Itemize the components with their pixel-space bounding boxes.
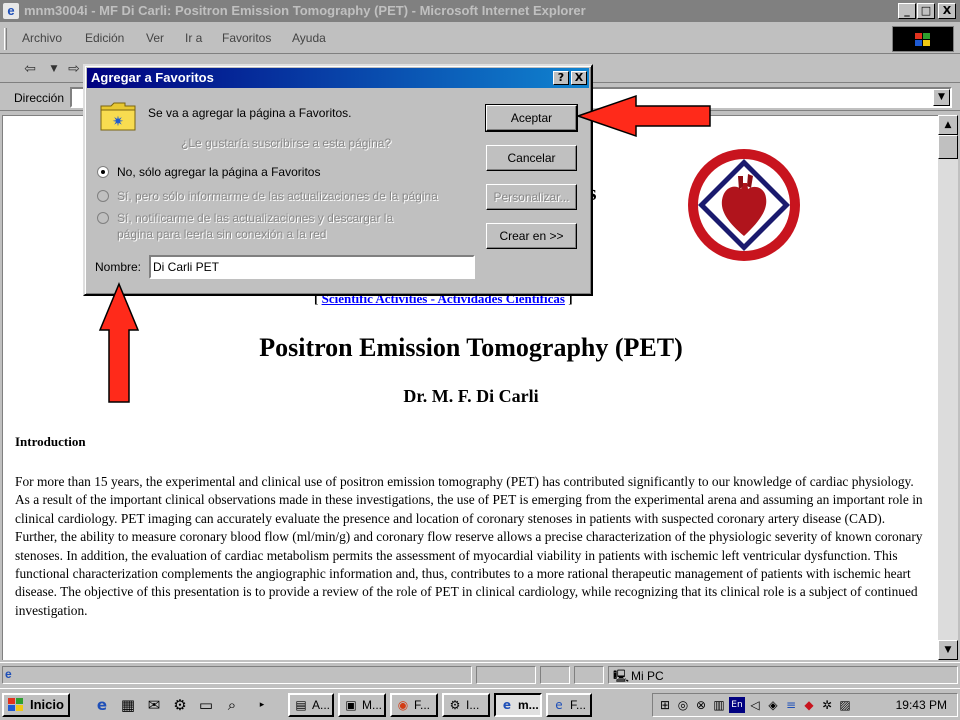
system-tray: ⊞ ◎ ⊗ ▥ En ◁ ◈ ≡ ◆ ✲ ▨ 19:43 PM bbox=[652, 693, 958, 717]
tray-icon-9[interactable]: ◆ bbox=[801, 697, 817, 713]
dialog-help-button[interactable]: ? bbox=[553, 71, 569, 85]
page-title: Positron Emission Tomography (PET) bbox=[259, 333, 683, 362]
windows-flag-icon bbox=[8, 698, 23, 711]
dialog-close-button[interactable]: X bbox=[571, 71, 587, 85]
quicklaunch-outlook-icon[interactable]: ✉ bbox=[144, 695, 164, 715]
address-label: Dirección bbox=[14, 91, 65, 105]
status-bar: e 🖳 Mi PC bbox=[0, 662, 960, 686]
create-in-button[interactable]: Crear en >> bbox=[486, 223, 577, 249]
tray-language-icon[interactable]: En bbox=[729, 697, 745, 713]
menu-archivo[interactable]: Archivo bbox=[22, 31, 62, 45]
windows-logo bbox=[892, 26, 954, 52]
status-panel-2 bbox=[476, 666, 536, 684]
clock: 19:43 PM bbox=[895, 698, 947, 712]
add-favorite-dialog: Agregar a Favoritos ? X ✷ Se va a agrega… bbox=[83, 64, 593, 296]
radio-label-no-subscribe: No, sólo agregar la página a Favoritos bbox=[117, 165, 321, 179]
task-icon-i: ⚙ bbox=[449, 698, 461, 712]
status-panel-4 bbox=[574, 666, 604, 684]
radio-button-disabled bbox=[97, 212, 109, 224]
task-button-m-active[interactable]: e m... bbox=[494, 693, 542, 717]
menu-favoritos[interactable]: Favoritos bbox=[222, 31, 271, 45]
dialog-title: Agregar a Favoritos bbox=[91, 70, 214, 85]
quicklaunch-folder-icon[interactable]: ▭ bbox=[196, 695, 216, 715]
quicklaunch-ie-icon[interactable]: e bbox=[92, 695, 112, 715]
tray-icon-3[interactable]: ⊗ bbox=[693, 697, 709, 713]
scroll-thumb[interactable] bbox=[938, 135, 958, 159]
task-button-a[interactable]: ▤ A... bbox=[288, 693, 334, 717]
status-panel-3 bbox=[540, 666, 570, 684]
vertical-scrollbar[interactable]: ▲ ▼ bbox=[938, 115, 958, 660]
radio-label-notify-download-cont: página para leerla sin conexión a la red bbox=[117, 227, 327, 241]
heart-logo bbox=[688, 149, 800, 261]
status-zone-panel: 🖳 Mi PC bbox=[608, 666, 958, 684]
tray-icon-7[interactable]: ◈ bbox=[765, 697, 781, 713]
author: Dr. M. F. Di Carli bbox=[403, 386, 539, 406]
menu-ver[interactable]: Ver bbox=[146, 31, 164, 45]
customize-button: Personalizar... bbox=[486, 184, 577, 210]
task-icon-m: ▣ bbox=[345, 698, 357, 712]
tray-icon-8[interactable]: ≡ bbox=[783, 697, 799, 713]
annotation-arrow-up bbox=[98, 282, 140, 403]
favorites-folder-icon: ✷ bbox=[100, 102, 136, 131]
intro-paragraph: For more than 15 years, the experimental… bbox=[15, 474, 923, 618]
quicklaunch-desktop-icon[interactable]: ▦ bbox=[118, 695, 138, 715]
status-text-panel: e bbox=[2, 666, 472, 684]
task-button-i[interactable]: ⚙ I... bbox=[442, 693, 490, 717]
back-dropdown-icon[interactable]: ▼ bbox=[44, 59, 64, 79]
minimize-button[interactable]: _ bbox=[898, 3, 916, 19]
radio-label-notify-only: Sí, pero sólo informarme de las actualiz… bbox=[117, 189, 438, 203]
address-dropdown-icon[interactable]: ▼ bbox=[933, 89, 950, 106]
tray-icon-10[interactable]: ✲ bbox=[819, 697, 835, 713]
radio-button-disabled bbox=[97, 190, 109, 202]
start-label: Inicio bbox=[30, 697, 64, 712]
dialog-message: Se va a agregar la página a Favoritos. bbox=[148, 106, 352, 120]
radio-label-notify-download: Sí, notificarme de las actualizaciones y… bbox=[117, 211, 394, 225]
tray-icon-1[interactable]: ⊞ bbox=[657, 697, 673, 713]
close-button[interactable]: X bbox=[938, 3, 956, 19]
taskbar: Inicio e ▦ ✉ ⚙ ▭ ⌕ ▸ ▤ A... ▣ M... ◉ F... ⚙… bbox=[0, 688, 960, 720]
ie-icon: e bbox=[3, 3, 19, 19]
status-zone-label: Mi PC bbox=[631, 669, 664, 683]
tray-icon-2[interactable]: ◎ bbox=[675, 697, 691, 713]
task-button-f1[interactable]: ◉ F... bbox=[390, 693, 438, 717]
annotation-arrow-left bbox=[576, 94, 711, 138]
dialog-title-bar[interactable]: Agregar a Favoritos ? X bbox=[87, 68, 589, 88]
ie-page-icon: e bbox=[5, 667, 12, 681]
name-input[interactable]: Di Carli PET bbox=[149, 255, 475, 279]
svg-text:✷: ✷ bbox=[112, 114, 124, 130]
cancel-button[interactable]: Cancelar bbox=[486, 145, 577, 171]
task-button-f2[interactable]: e F... bbox=[546, 693, 592, 717]
accept-button[interactable]: Aceptar bbox=[485, 104, 578, 132]
menu-ir-a[interactable]: Ir a bbox=[185, 31, 202, 45]
tray-volume-icon[interactable]: ◁ bbox=[747, 697, 763, 713]
tray-icon-11[interactable]: ▨ bbox=[837, 697, 853, 713]
menu-bar: Archivo Edición Ver Ir a Favoritos Ayuda bbox=[0, 24, 960, 54]
forward-icon[interactable]: ⇨ bbox=[64, 59, 84, 79]
name-label: Nombre: bbox=[95, 260, 142, 274]
quicklaunch-search-icon[interactable]: ⌕ bbox=[222, 695, 242, 715]
menu-ayuda[interactable]: Ayuda bbox=[292, 31, 326, 45]
task-icon-a: ▤ bbox=[295, 698, 307, 712]
maximize-button[interactable]: □ bbox=[917, 3, 935, 19]
radio-button-selected[interactable] bbox=[97, 166, 109, 178]
tray-icon-4[interactable]: ▥ bbox=[711, 697, 727, 713]
subscribe-question: ¿Le gustaría suscribirse a esta página? bbox=[181, 136, 392, 150]
quicklaunch-network-icon[interactable]: ⚙ bbox=[170, 695, 190, 715]
window-title: mnm3004i - MF Di Carli: Positron Emissio… bbox=[24, 3, 586, 18]
start-button[interactable]: Inicio bbox=[2, 693, 70, 717]
menubar-grip[interactable] bbox=[4, 28, 7, 50]
quicklaunch-more-icon[interactable]: ▸ bbox=[252, 695, 272, 715]
task-icon-f2: e bbox=[555, 698, 563, 712]
scroll-up-icon[interactable]: ▲ bbox=[938, 115, 958, 135]
back-icon[interactable]: ⇦ bbox=[20, 59, 40, 79]
scroll-down-icon[interactable]: ▼ bbox=[938, 640, 958, 660]
task-icon-ie: e bbox=[502, 698, 512, 712]
menu-edicion[interactable]: Edición bbox=[85, 31, 124, 45]
task-button-m[interactable]: ▣ M... bbox=[338, 693, 386, 717]
intro-heading: Introduction bbox=[15, 434, 86, 449]
window-title-bar[interactable]: e mnm3004i - MF Di Carli: Positron Emiss… bbox=[0, 0, 960, 22]
task-icon-f1: ◉ bbox=[397, 698, 409, 712]
